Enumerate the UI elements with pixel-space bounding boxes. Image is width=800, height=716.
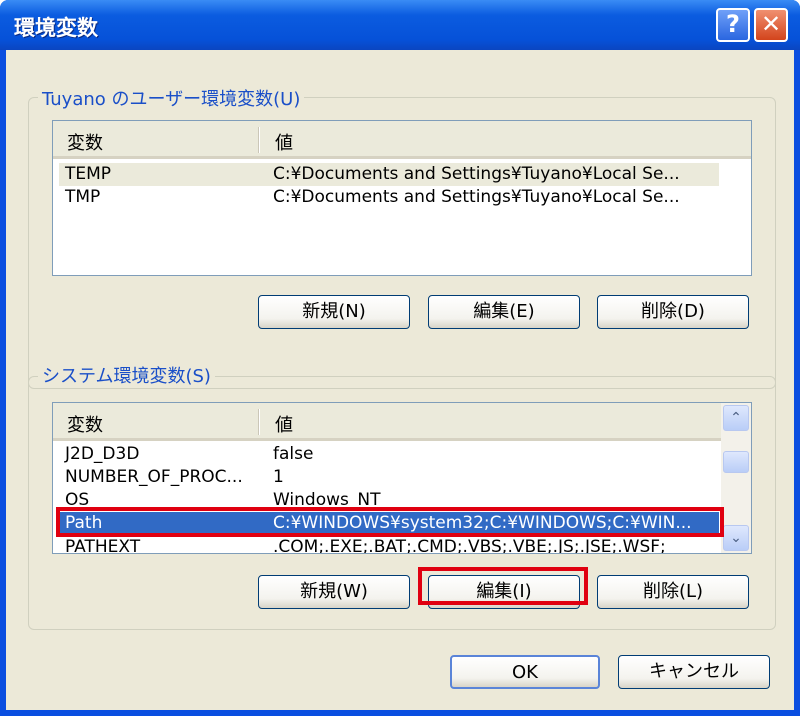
row-value: C:¥WINDOWS¥system32;C:¥WINDOWS;C:¥WIN... — [273, 513, 692, 533]
row-value: .COM;.EXE;.BAT;.CMD;.VBS;.VBE;.JS;.JSE;.… — [273, 537, 666, 554]
system-delete-button[interactable]: 削除(L) — [597, 575, 749, 609]
row-value: 1 — [273, 467, 284, 487]
list-header: 変数 値 — [53, 121, 751, 159]
column-header-value[interactable]: 値 — [275, 411, 293, 437]
ok-button[interactable]: OK — [450, 655, 600, 689]
list-row[interactable]: OS Windows_NT — [59, 489, 719, 512]
scroll-down-button[interactable]: ⌄ — [723, 525, 749, 551]
row-value: Windows_NT — [273, 490, 381, 510]
list-row-selected[interactable]: Path C:¥WINDOWS¥system32;C:¥WINDOWS;C:¥WI… — [59, 512, 719, 535]
user-variables-label: Tuyano のユーザー環境変数(U) — [38, 85, 305, 111]
window-title: 環境変数 — [14, 16, 98, 40]
column-divider — [258, 409, 260, 435]
system-variables-list[interactable]: 変数 値 J2D_D3D false NUMBER_OF_PROC... 1 OS W… — [52, 402, 752, 554]
list-row[interactable]: TMP C:¥Documents and Settings¥Tuyano¥Loca… — [59, 186, 719, 209]
row-value: C:¥Documents and Settings¥Tuyano¥Local S… — [273, 164, 680, 184]
row-name: OS — [65, 490, 90, 510]
list-row[interactable]: NUMBER_OF_PROC... 1 — [59, 466, 719, 489]
system-variables-label: システム環境変数(S) — [38, 362, 215, 388]
column-header-variable[interactable]: 変数 — [67, 411, 103, 437]
row-value: false — [273, 444, 314, 464]
list-header: 変数 値 — [53, 403, 721, 441]
title-bar[interactable]: 環境変数 ? ✕ — [0, 0, 800, 50]
user-delete-button[interactable]: 削除(D) — [597, 295, 749, 329]
user-new-button[interactable]: 新規(N) — [258, 295, 410, 329]
system-new-button[interactable]: 新規(W) — [258, 575, 410, 609]
column-header-variable[interactable]: 変数 — [67, 129, 103, 155]
list-row[interactable]: J2D_D3D false — [59, 443, 719, 466]
column-divider — [258, 127, 260, 153]
user-variables-list[interactable]: 変数 値 TEMP C:¥Documents and Settings¥Tuyan… — [52, 120, 752, 276]
row-value: C:¥Documents and Settings¥Tuyano¥Local S… — [273, 187, 680, 207]
vertical-scrollbar[interactable]: ⌃ ⌄ — [721, 403, 751, 553]
row-name: J2D_D3D — [65, 444, 140, 464]
system-edit-button[interactable]: 編集(I) — [428, 575, 580, 609]
cancel-button[interactable]: キャンセル — [618, 655, 770, 689]
row-name: Path — [65, 513, 103, 533]
scroll-thumb[interactable] — [723, 451, 749, 473]
list-row[interactable]: TEMP C:¥Documents and Settings¥Tuyano¥Loc… — [59, 163, 719, 186]
row-name: NUMBER_OF_PROC... — [65, 467, 243, 487]
close-button[interactable]: ✕ — [754, 8, 788, 42]
row-name: TEMP — [65, 164, 112, 184]
user-edit-button[interactable]: 編集(E) — [428, 295, 580, 329]
row-name: TMP — [65, 187, 101, 207]
list-row[interactable]: PATHEXT .COM;.EXE;.BAT;.CMD;.VBS;.VBE;.JS… — [59, 536, 719, 554]
dialog-window: 環境変数 ? ✕ Tuyano のユーザー環境変数(U) 変数 値 TEMP C:… — [0, 0, 800, 716]
row-name: PATHEXT — [65, 537, 141, 554]
scroll-up-button[interactable]: ⌃ — [723, 405, 749, 431]
help-button[interactable]: ? — [716, 8, 750, 42]
column-header-value[interactable]: 値 — [275, 129, 293, 155]
dialog-body: Tuyano のユーザー環境変数(U) 変数 値 TEMP C:¥Document… — [6, 50, 794, 710]
